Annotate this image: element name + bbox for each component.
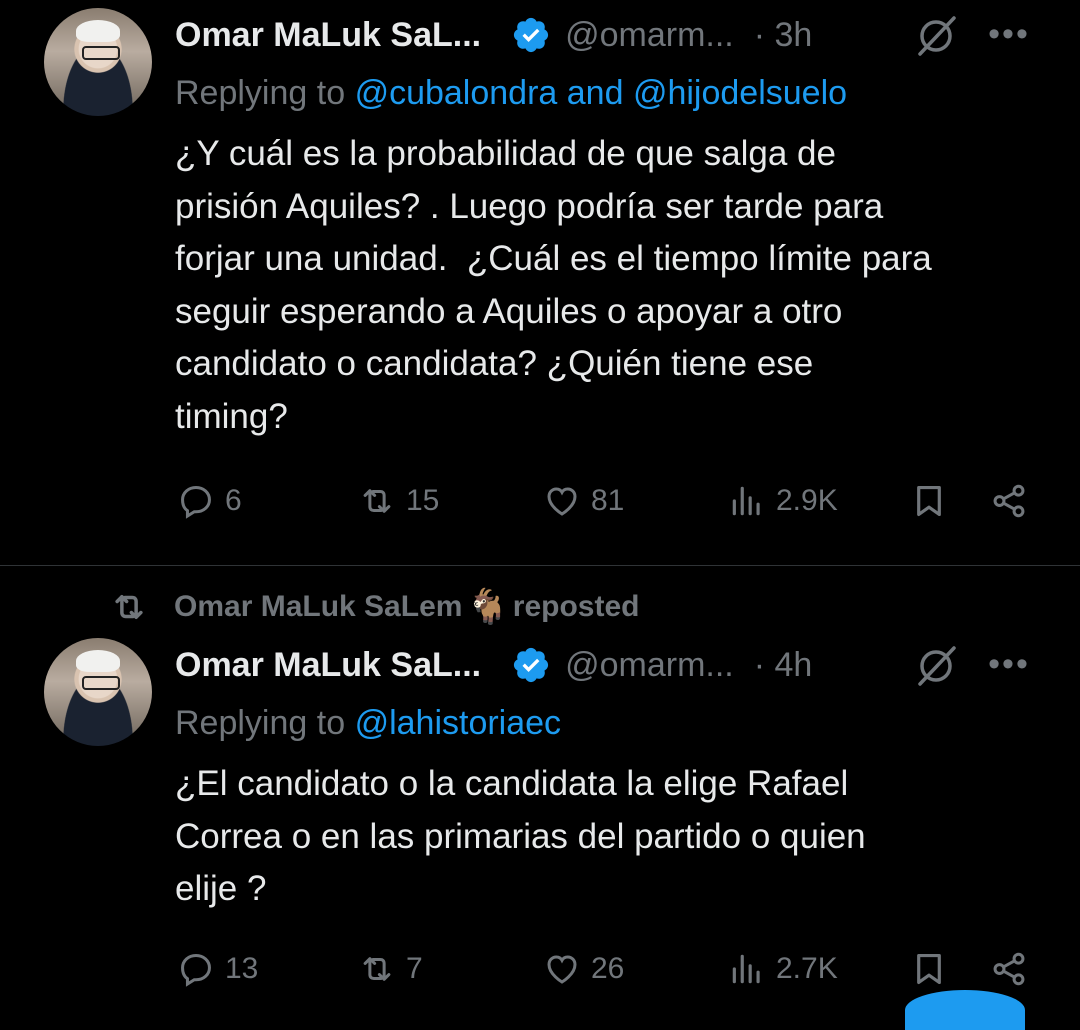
replying-links[interactable]: @cubalondra and @hijodelsuelo <box>355 74 847 112</box>
more-options-icon[interactable]: ••• <box>985 640 1033 688</box>
repost-count: 15 <box>406 484 440 517</box>
author-name[interactable]: Omar MaLuk SaL... <box>175 16 481 55</box>
share-button[interactable] <box>990 950 1028 988</box>
heart-icon <box>547 955 577 984</box>
reply-count: 13 <box>225 952 259 985</box>
replying-prefix: Replying to <box>175 704 346 742</box>
reply-icon <box>181 486 211 519</box>
replying-to: Replying to @lahistoriaec <box>175 704 561 743</box>
tweet-header: Omar MaLuk SaL... @omarm... · 3h <box>175 10 812 60</box>
tweet-divider <box>0 565 1080 566</box>
views-button[interactable]: 2.7K <box>728 950 838 988</box>
timestamp[interactable]: · 3h <box>754 16 813 55</box>
like-count: 26 <box>591 952 625 985</box>
repost-button[interactable]: 7 <box>358 950 423 988</box>
more-options-icon[interactable]: ••• <box>985 10 1033 58</box>
author-handle[interactable]: @omarm... <box>565 646 734 685</box>
like-button[interactable]: 26 <box>543 950 624 988</box>
author-name[interactable]: Omar MaLuk SaL... <box>175 646 481 685</box>
avatar-glasses <box>82 676 120 690</box>
timestamp[interactable]: · 4h <box>754 646 813 685</box>
reply-icon <box>181 954 211 987</box>
verified-badge-icon[interactable] <box>511 645 551 685</box>
floating-compose-button[interactable] <box>905 990 1025 1030</box>
views-button[interactable]: 2.9K <box>728 482 838 520</box>
heart-icon <box>547 487 577 516</box>
tweet-actions: 13 7 26 2.7K <box>0 950 1080 1002</box>
repost-banner-name[interactable]: Omar MaLuk SaLem <box>174 590 462 624</box>
share-icon <box>993 952 1025 986</box>
repost-banner[interactable]: Omar MaLuk SaLem 🐐 reposted <box>110 586 639 628</box>
bookmark-icon <box>917 485 941 517</box>
view-count: 2.7K <box>776 952 838 985</box>
analytics-icon <box>732 486 760 516</box>
bookmark-button[interactable] <box>910 482 948 520</box>
reply-button[interactable]: 13 <box>177 950 258 988</box>
analytics-icon <box>732 954 760 984</box>
share-button[interactable] <box>990 482 1028 520</box>
avatar-glasses <box>82 46 120 60</box>
tweet-header: Omar MaLuk SaL... @omarm... · 4h <box>175 640 812 690</box>
repost-icon <box>115 594 143 620</box>
grok-icon[interactable] <box>912 642 960 690</box>
author-handle[interactable]: @omarm... <box>565 16 734 55</box>
repost-icon <box>363 957 391 981</box>
like-count: 81 <box>591 484 625 517</box>
tweet-text: ¿Y cuál es la probabilidad de que salga … <box>175 134 932 436</box>
avatar-hair <box>76 20 120 42</box>
avatar[interactable] <box>44 8 152 116</box>
tweet-actions: 6 15 81 2.9K <box>0 482 1080 534</box>
repost-banner-suffix: reposted <box>512 590 640 623</box>
share-icon <box>993 484 1025 518</box>
replying-to: Replying to @cubalondra and @hijodelsuel… <box>175 74 847 113</box>
bookmark-button[interactable] <box>910 950 948 988</box>
repost-count: 7 <box>406 952 423 985</box>
replying-prefix: Replying to <box>175 74 346 112</box>
grok-icon[interactable] <box>912 12 960 60</box>
tweet-text: ¿El candidato o la candidata la elige Ra… <box>175 764 866 908</box>
like-button[interactable]: 81 <box>543 482 624 520</box>
repost-button[interactable]: 15 <box>358 482 439 520</box>
bookmark-icon <box>917 953 941 985</box>
avatar[interactable] <box>44 638 152 746</box>
repost-icon <box>363 489 391 513</box>
view-count: 2.9K <box>776 484 838 517</box>
reply-count: 6 <box>225 484 242 517</box>
verified-badge-icon[interactable] <box>511 15 551 55</box>
replying-links[interactable]: @lahistoriaec <box>355 704 562 742</box>
goat-emoji-icon: 🐐 <box>466 588 509 626</box>
avatar-hair <box>76 650 120 672</box>
reply-button[interactable]: 6 <box>177 482 242 520</box>
